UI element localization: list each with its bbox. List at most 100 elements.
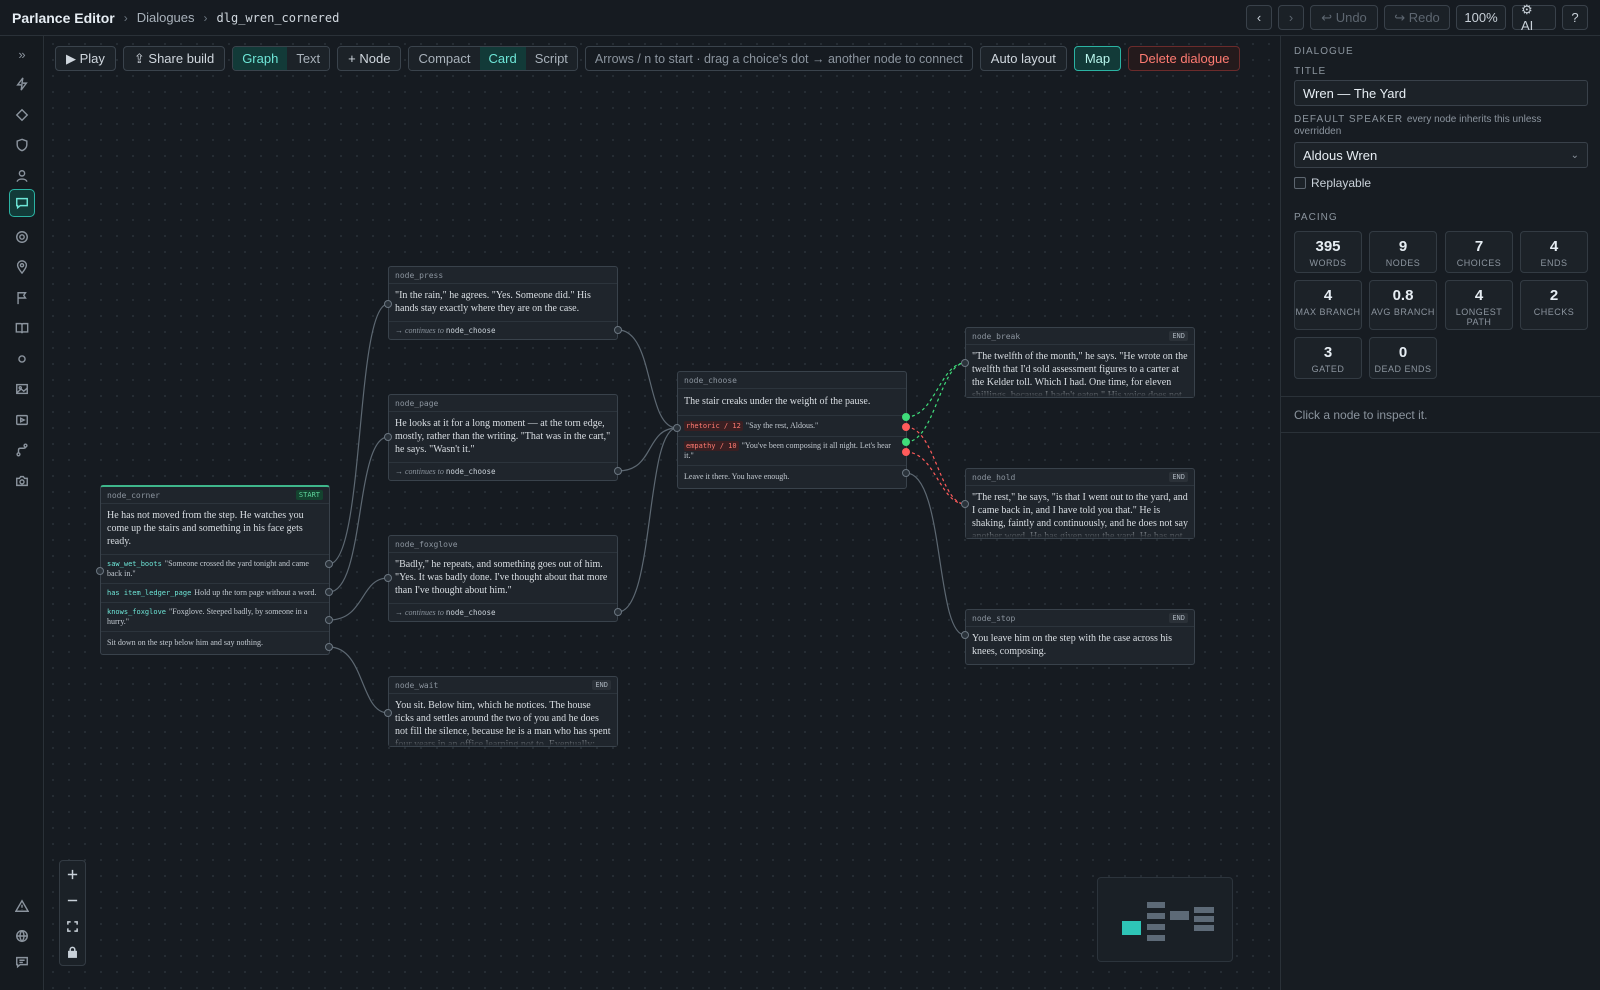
input-port[interactable] [961, 631, 969, 639]
shield-icon[interactable] [9, 132, 35, 158]
play-button[interactable]: ▶ Play [55, 46, 116, 71]
breadcrumb-dialogue-id: dlg_wren_cornered [216, 10, 340, 25]
route-icon[interactable] [9, 437, 35, 463]
output-port[interactable] [902, 469, 910, 477]
choice-item[interactable]: knows_foxglove "Foxglove. Steeped badly, … [101, 602, 329, 631]
redo-button[interactable]: ↪ Redo [1384, 5, 1450, 30]
wire-foxglove-choose [617, 427, 678, 613]
input-port[interactable] [673, 424, 681, 432]
choice-text: Leave it there. You have enough. [684, 472, 790, 481]
back-button[interactable]: ‹ [1246, 5, 1272, 30]
speaker-select[interactable]: Aldous Wren ⌄ [1294, 142, 1588, 168]
camera-icon[interactable] [9, 468, 35, 494]
output-port[interactable] [614, 467, 622, 475]
choice-item[interactable]: has item_ledger_page Hold up the torn pag… [101, 583, 329, 602]
node-card-foxglove[interactable]: node_foxglove "Badly," he repeats, and s… [388, 535, 618, 622]
auto-layout-button[interactable]: Auto layout [979, 46, 1067, 71]
inspect-hint: Click a node to inspect it. [1294, 408, 1428, 422]
choice-item[interactable]: rhetoric / 12 "Say the rest, Aldous." [678, 415, 906, 436]
output-port[interactable] [614, 608, 622, 616]
fail-port[interactable] [902, 423, 910, 431]
choice-item[interactable]: Sit down on the step below him and say n… [101, 631, 329, 654]
share-build-button[interactable]: ⇪ Share build [122, 46, 226, 71]
graph-canvas[interactable]: ▶ Play ⇪ Share build Graph Text + Node C… [45, 36, 1280, 990]
stat-max-branch: 4 MAX BRANCH [1294, 280, 1362, 330]
node-card-hold[interactable]: node_hold END "The rest," he says, "is t… [965, 468, 1195, 539]
node-card-break[interactable]: node_break END "The twelfth of the month… [965, 327, 1195, 398]
view-text-tab[interactable]: Text [287, 47, 330, 70]
input-port[interactable] [384, 433, 392, 441]
diamond-icon[interactable] [9, 102, 35, 128]
end-badge: END [592, 680, 611, 690]
comment-icon[interactable] [9, 949, 35, 975]
image-icon[interactable] [9, 376, 35, 402]
keyboard-hint: Arrows / n to start · drag a choice's do… [584, 46, 973, 71]
globe-icon[interactable] [9, 923, 35, 949]
video-icon[interactable] [9, 407, 35, 433]
zoom-out-icon[interactable] [60, 887, 85, 913]
choice-item[interactable]: saw_wet_boots "Someone crossed the yard t… [101, 554, 329, 583]
title-input[interactable]: Wren — The Yard [1294, 80, 1588, 106]
wire-choose-stop [905, 472, 966, 636]
node-card-press[interactable]: node_press "In the rain," he agrees. "Ye… [388, 266, 618, 340]
stat-words: 395 WORDS [1294, 231, 1362, 273]
input-port[interactable] [384, 709, 392, 717]
delete-dialogue-button[interactable]: Delete dialogue [1128, 46, 1241, 71]
speaker-label-text: DEFAULT SPEAKER [1294, 114, 1404, 125]
stat-choices: 7 CHOICES [1445, 231, 1513, 273]
success-port[interactable] [902, 413, 910, 421]
replayable-checkbox[interactable] [1294, 177, 1306, 189]
output-port[interactable] [325, 616, 333, 624]
undo-button[interactable]: ↩ Undo [1310, 5, 1378, 30]
zoom-in-icon[interactable] [60, 861, 85, 887]
lock-icon[interactable] [60, 939, 85, 965]
density-compact-tab[interactable]: Compact [409, 47, 480, 70]
node-card-wait[interactable]: node_wait END You sit. Below him, which … [388, 676, 618, 747]
flag-icon[interactable] [9, 285, 35, 311]
fit-view-icon[interactable] [60, 913, 85, 939]
bolt-icon[interactable] [9, 71, 35, 97]
choice-item[interactable]: empathy / 10 "You've been composing it al… [678, 436, 906, 465]
wire-rhetoric-success [905, 362, 966, 418]
node-card-corner[interactable]: node_corner START He has not moved from … [100, 485, 330, 655]
input-port[interactable] [961, 359, 969, 367]
map-toggle-button[interactable]: Map [1073, 46, 1122, 71]
output-port[interactable] [325, 588, 333, 596]
input-port[interactable] [96, 567, 104, 575]
input-port[interactable] [384, 574, 392, 582]
fail-port[interactable] [902, 448, 910, 456]
breadcrumb-dialogues[interactable]: Dialogues [137, 10, 195, 25]
node-text: The stair creaks under the weight of the… [684, 396, 871, 407]
density-script-tab[interactable]: Script [525, 47, 577, 70]
node-card-stop[interactable]: node_stop END You leave him on the step … [965, 609, 1195, 665]
target-icon[interactable] [9, 224, 35, 250]
replayable-row[interactable]: Replayable [1294, 176, 1371, 190]
continues-label: → continues to [395, 608, 444, 617]
node-card-choose[interactable]: node_choose The stair creaks under the w… [677, 371, 907, 489]
node-id: node_corner [107, 490, 160, 500]
add-node-button[interactable]: + Node [337, 46, 402, 71]
circle-icon[interactable] [9, 346, 35, 372]
location-pin-icon[interactable] [9, 254, 35, 280]
output-port[interactable] [614, 326, 622, 334]
person-icon[interactable] [9, 163, 35, 189]
replayable-label: Replayable [1311, 176, 1372, 190]
minimap[interactable] [1097, 877, 1233, 962]
choice-item[interactable]: Leave it there. You have enough. [678, 465, 906, 488]
dialogue-icon[interactable] [9, 189, 35, 217]
ai-button[interactable]: ⚙ AI [1512, 2, 1556, 33]
forward-button[interactable]: › [1278, 5, 1304, 30]
output-port[interactable] [325, 643, 333, 651]
view-graph-tab[interactable]: Graph [233, 47, 288, 70]
node-card-page[interactable]: node_page He looks at it for a long mome… [388, 394, 618, 481]
success-port[interactable] [902, 438, 910, 446]
input-port[interactable] [961, 500, 969, 508]
output-port[interactable] [325, 560, 333, 568]
expand-rail-icon[interactable]: » [9, 41, 35, 67]
book-icon[interactable] [9, 315, 35, 341]
zoom-level-button[interactable]: 100% [1456, 5, 1506, 30]
density-card-tab[interactable]: Card [479, 47, 526, 70]
help-button[interactable]: ? [1562, 5, 1588, 30]
warning-icon[interactable] [9, 893, 35, 919]
input-port[interactable] [384, 300, 392, 308]
